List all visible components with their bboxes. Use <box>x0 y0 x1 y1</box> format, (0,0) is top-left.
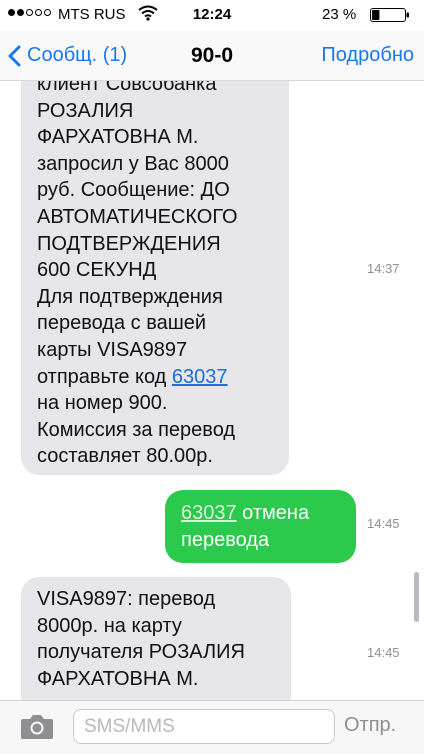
message-timestamp: 14:45 <box>367 645 400 660</box>
scroll-indicator[interactable] <box>414 572 419 622</box>
message-line: ФАРХАТОВНА М. <box>37 126 199 149</box>
outgoing-message-bubble[interactable]: 63037 отмена перевода <box>165 490 356 563</box>
message-line: перевода <box>181 528 270 551</box>
message-line: карты VISA9897 <box>37 338 188 361</box>
message-timestamp: 14:45 <box>367 516 400 531</box>
confirmation-code-link[interactable]: 63037 <box>172 366 228 388</box>
message-line: получателя РОЗАЛИЯ <box>37 641 245 664</box>
battery-icon <box>370 8 410 22</box>
message-line: Комиссия за перевод <box>37 418 236 441</box>
message-timestamp: 14:37 <box>367 261 400 276</box>
message-line: перевода с вашей <box>37 312 207 335</box>
sms-input-field[interactable] <box>73 709 335 744</box>
details-button[interactable]: Подробно <box>321 44 414 67</box>
incoming-message-bubble[interactable]: клиент Совсобанка РОЗАЛИЯ ФАРХАТОВНА М. … <box>21 81 289 475</box>
message-line: руб. Сообщение: ДО <box>37 179 230 202</box>
message-line: РОЗАЛИЯ <box>37 99 134 122</box>
message-line: составляет 80.00р. <box>37 445 213 468</box>
message-line: 600 СЕКУНД <box>37 259 157 282</box>
status-bar: MTS RUS 12:24 23 % <box>0 0 424 30</box>
message-line: ФАРХАТОВНА М. <box>37 667 199 690</box>
status-time: 12:24 <box>192 6 232 23</box>
battery-percent: 23 % <box>322 6 357 23</box>
message-line-with-code: отправьте код 63037 <box>37 364 273 391</box>
message-line: ПОДТВЕРЖДЕНИЯ <box>37 232 221 255</box>
message-line-text: отмена <box>236 502 310 524</box>
message-line: АВТОМАТИЧЕСКОГО <box>37 205 238 228</box>
message-line-with-code: 63037 отмена <box>181 500 340 527</box>
send-button[interactable]: Отпр. <box>344 714 396 737</box>
message-line: клиент Совсобанка <box>37 81 217 95</box>
incoming-message-bubble[interactable]: VISA9897: перевод 8000р. на карту получа… <box>21 577 291 700</box>
sms-input[interactable] <box>74 710 334 743</box>
message-line: VISA9897: перевод <box>37 588 216 610</box>
sent-code-link[interactable]: 63037 <box>181 502 237 524</box>
message-input-bar: Отпр. <box>0 700 424 754</box>
message-thread[interactable]: клиент Совсобанка РОЗАЛИЯ ФАРХАТОВНА М. … <box>0 81 424 700</box>
message-line: на номер 900. <box>37 392 168 415</box>
message-line: 8000р. на карту <box>37 614 182 637</box>
camera-icon[interactable] <box>20 712 54 745</box>
message-line: запросил у Вас 8000 <box>37 152 229 175</box>
navigation-bar: Сообщ. (1) 90-0 Подробно <box>0 30 424 81</box>
message-line: Для подтверждения <box>37 285 223 308</box>
message-line-text: отправьте код <box>37 365 172 388</box>
